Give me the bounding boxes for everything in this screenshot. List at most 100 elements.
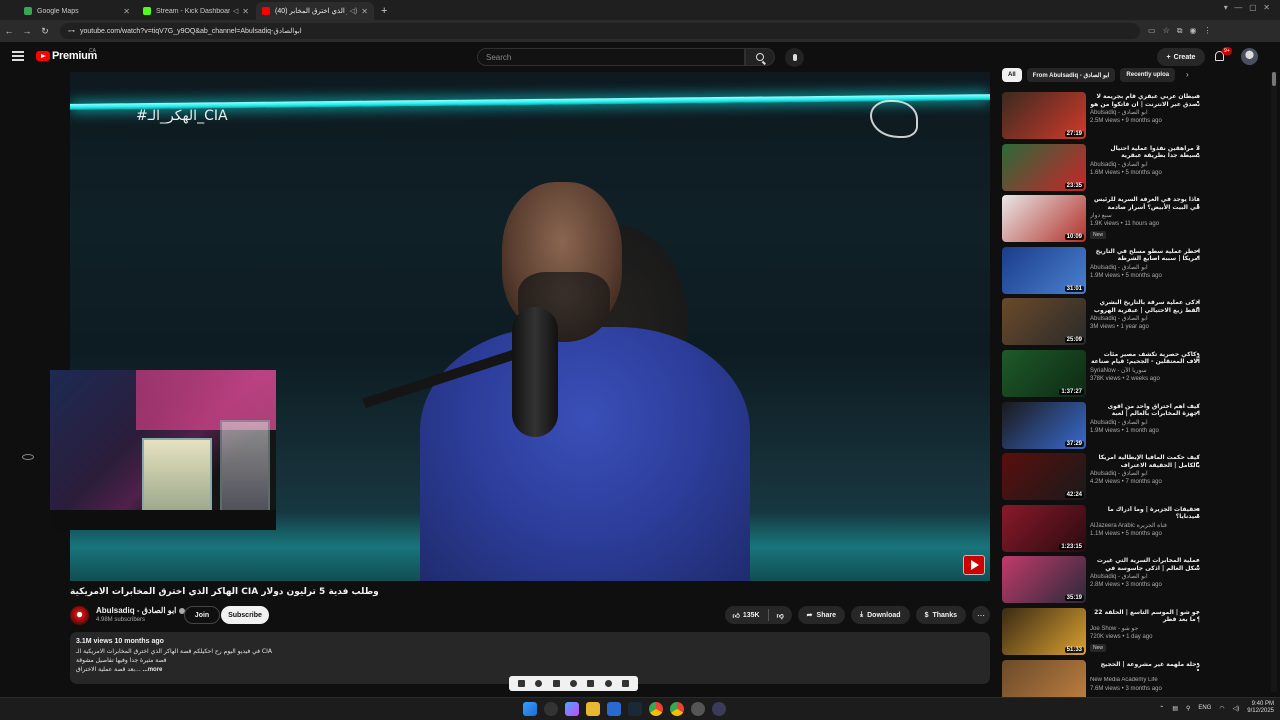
chip-recently-uploaded[interactable]: Recently uploa — [1120, 68, 1176, 82]
chrome-profile-icon[interactable] — [670, 702, 684, 716]
video-options-icon[interactable] — [1197, 146, 1199, 155]
new-tab-button[interactable]: + — [375, 2, 393, 20]
tray-overflow-icon[interactable]: ⌃ — [1159, 705, 1164, 712]
recommended-title[interactable]: اخطر عملية سطو مسلح في التاريخ امريكا | … — [1090, 248, 1200, 263]
recommended-video[interactable]: 51:33 جو شو | الموسم التاسع | الحلقة 22 |… — [1002, 607, 1212, 660]
thanks-button[interactable]: $ Thanks — [915, 606, 966, 624]
recommended-video[interactable]: 31:01 اخطر عملية سطو مسلح في التاريخ امري… — [1002, 246, 1212, 299]
video-options-icon[interactable] — [1197, 352, 1199, 361]
search-button[interactable] — [745, 48, 775, 66]
mic-tray-icon[interactable]: ⚲ — [1186, 705, 1190, 712]
language-indicator[interactable]: ENG — [1198, 705, 1211, 711]
recommended-title[interactable]: كيف حكمت المافيا الإيطالية امريكا بالكام… — [1090, 454, 1200, 469]
copilot-icon[interactable] — [565, 702, 579, 716]
video-options-icon[interactable] — [1197, 662, 1199, 671]
wifi-icon[interactable]: ◠ — [1219, 705, 1224, 712]
recommended-video[interactable]: 42:24 كيف حكمت المافيا الإيطالية امريكا ب… — [1002, 453, 1212, 505]
recommended-title[interactable]: ماذا يوجد في الغرفة السرية للرئيس في الب… — [1090, 196, 1200, 211]
account-avatar[interactable] — [1241, 48, 1258, 65]
video-options-icon[interactable] — [1197, 249, 1199, 258]
youtube-corner-logo-icon[interactable] — [963, 555, 985, 575]
create-button[interactable]: + Create — [1157, 48, 1205, 66]
dislike-button[interactable]: 👎︎ — [769, 611, 792, 620]
recommended-video[interactable]: 37:29 كيف اهم اختراق واحد من اقوى اجهزة ا… — [1002, 401, 1212, 454]
video-thumbnail[interactable]: 31:01 — [1002, 246, 1086, 294]
join-button[interactable]: Join — [184, 606, 220, 624]
recommended-channel[interactable]: Abulsadiq - ابو الصادق — [1090, 470, 1200, 477]
like-button[interactable]: 👍︎ 135K — [725, 609, 769, 621]
windows-start-icon[interactable] — [523, 702, 537, 716]
url-field[interactable]: ⊶ youtube.com/watch?v=tiqV7G_y9OQ&ab_cha… — [60, 23, 1140, 39]
recommended-channel[interactable]: Abulsadiq - ابو الصادق — [1090, 419, 1200, 426]
video-options-icon[interactable] — [1197, 610, 1199, 619]
video-options-icon[interactable] — [1197, 198, 1199, 207]
subscribe-button[interactable]: Subscribe — [221, 606, 269, 624]
video-thumbnail[interactable]: 25:09 — [1002, 298, 1086, 346]
camera-icon[interactable] — [552, 680, 560, 687]
video-thumbnail[interactable]: 10:09 — [1002, 195, 1086, 243]
video-options-icon[interactable] — [1197, 456, 1199, 465]
chips-next-icon[interactable]: › — [1186, 70, 1189, 79]
store-icon[interactable] — [607, 702, 621, 716]
video-thumbnail[interactable]: 37:29 — [1002, 401, 1086, 449]
recommended-title[interactable]: اذكى عملية سرقة بالتاريخ البشري القط زيع… — [1090, 299, 1200, 314]
extensions-icon[interactable]: ⧉ — [1177, 26, 1183, 36]
video-thumbnail[interactable]: 23:35 — [1002, 143, 1086, 191]
recommended-video[interactable]: 1:37:27 ركاكي حصرية تكشف مصير مئات آلاف ا… — [1002, 349, 1212, 402]
channel-name[interactable]: Abulsadiq - ابو الصادق — [96, 606, 186, 615]
shield-icon[interactable] — [518, 680, 526, 687]
recommended-title[interactable]: شيطان عربي عبقري قام بجريمة لا تصدق عبر … — [1090, 93, 1200, 108]
search-input[interactable]: Search — [477, 48, 745, 66]
folder-icon[interactable] — [535, 680, 543, 687]
download-button[interactable]: ⤓ Download — [851, 606, 910, 624]
audio-playing-icon[interactable]: ◁) — [350, 7, 358, 15]
recommended-title[interactable]: رحلة ملهمة غير مشروعة | الحجيج — [1090, 661, 1200, 669]
video-thumbnail[interactable]: 1:37:27 — [1002, 349, 1086, 397]
recommended-channel[interactable]: Joe Show - جو شو — [1090, 625, 1200, 632]
recommended-video[interactable]: 23:35 3 مراهقين نفذوا عملية احتيال بسيطة … — [1002, 143, 1212, 196]
scrollbar-thumb[interactable] — [1272, 72, 1276, 86]
recommended-title[interactable]: 3 مراهقين نفذوا عملية احتيال بسيطة جدا ب… — [1090, 145, 1200, 160]
refresh-icon[interactable] — [604, 680, 612, 687]
video-thumbnail[interactable]: 42:24 — [1002, 453, 1086, 501]
recommended-channel[interactable]: AlJazeera Arabic قناة الجزيرة — [1090, 522, 1200, 529]
audio-icon[interactable] — [569, 680, 577, 687]
recommended-video[interactable]: 1:23:15 تحقيقات الجزيرة | وما أدراك ما صي… — [1002, 504, 1212, 557]
recommended-title[interactable]: جو شو | الموسم التاسع | الحلقة 22 | ما ب… — [1090, 609, 1200, 624]
chip-all[interactable]: All — [1002, 68, 1022, 82]
back-icon[interactable]: ← — [0, 26, 18, 36]
video-thumbnail[interactable]: 35:19 — [1002, 556, 1086, 604]
file-explorer-icon[interactable] — [586, 702, 600, 716]
recommended-channel[interactable]: سبع دوار — [1090, 212, 1200, 219]
more-actions-icon[interactable]: ⋯ — [972, 606, 990, 624]
chip-from-channel[interactable]: From Abulsadiq - ابو الصادق — [1026, 68, 1116, 82]
recommended-video[interactable]: 25:09 اذكى عملية سرقة بالتاريخ البشري الق… — [1002, 298, 1212, 350]
recommended-title[interactable]: عملية المخابرات السرية التي غيرت شكل الع… — [1090, 557, 1200, 572]
close-tab-icon[interactable]: ✕ — [242, 7, 249, 16]
show-more-link[interactable]: ...more — [143, 667, 163, 673]
cast-icon[interactable]: ▭ — [1148, 26, 1156, 36]
reload-icon[interactable]: ↻ — [36, 26, 54, 37]
close-tab-icon[interactable]: ✕ — [361, 7, 368, 16]
recommended-title[interactable]: تحقيقات الجزيرة | وما أدراك ما صيدنايا؟ — [1090, 506, 1200, 521]
recommended-video[interactable]: 27:19 شيطان عربي عبقري قام بجريمة لا تصدق… — [1002, 92, 1212, 144]
recommended-video[interactable]: 35:19 عملية المخابرات السرية التي غيرت شك… — [1002, 556, 1212, 608]
forward-icon[interactable]: → — [18, 26, 36, 36]
video-options-icon[interactable] — [1197, 507, 1199, 516]
muted-icon[interactable]: ◁ — [233, 7, 238, 15]
pin-icon[interactable] — [587, 680, 595, 687]
steam-icon[interactable] — [628, 702, 642, 716]
tab-google-maps[interactable]: Google Maps ✕ — [18, 2, 136, 20]
share-button[interactable]: ➦ Share — [797, 606, 846, 624]
recommended-channel[interactable]: Abulsadiq - ابو الصادق — [1090, 109, 1200, 116]
video-options-icon[interactable] — [1197, 559, 1199, 568]
recommended-channel[interactable]: SyriaNow - سوريا الآن — [1090, 367, 1200, 374]
speaker-icon[interactable]: ◁) — [1233, 705, 1240, 712]
clock[interactable]: 9:40 PM 9/12/2025 — [1247, 701, 1274, 715]
video-options-icon[interactable] — [1197, 95, 1199, 103]
browser-menu-icon[interactable]: ⋮ — [1203, 26, 1211, 36]
hamburger-menu-icon[interactable] — [12, 51, 24, 61]
recommended-title[interactable]: كيف اهم اختراق واحد من اقوى اجهزة المخاب… — [1090, 403, 1200, 418]
video-thumbnail[interactable]: 51:33 — [1002, 607, 1086, 655]
youtube-logo-icon[interactable] — [36, 51, 50, 61]
